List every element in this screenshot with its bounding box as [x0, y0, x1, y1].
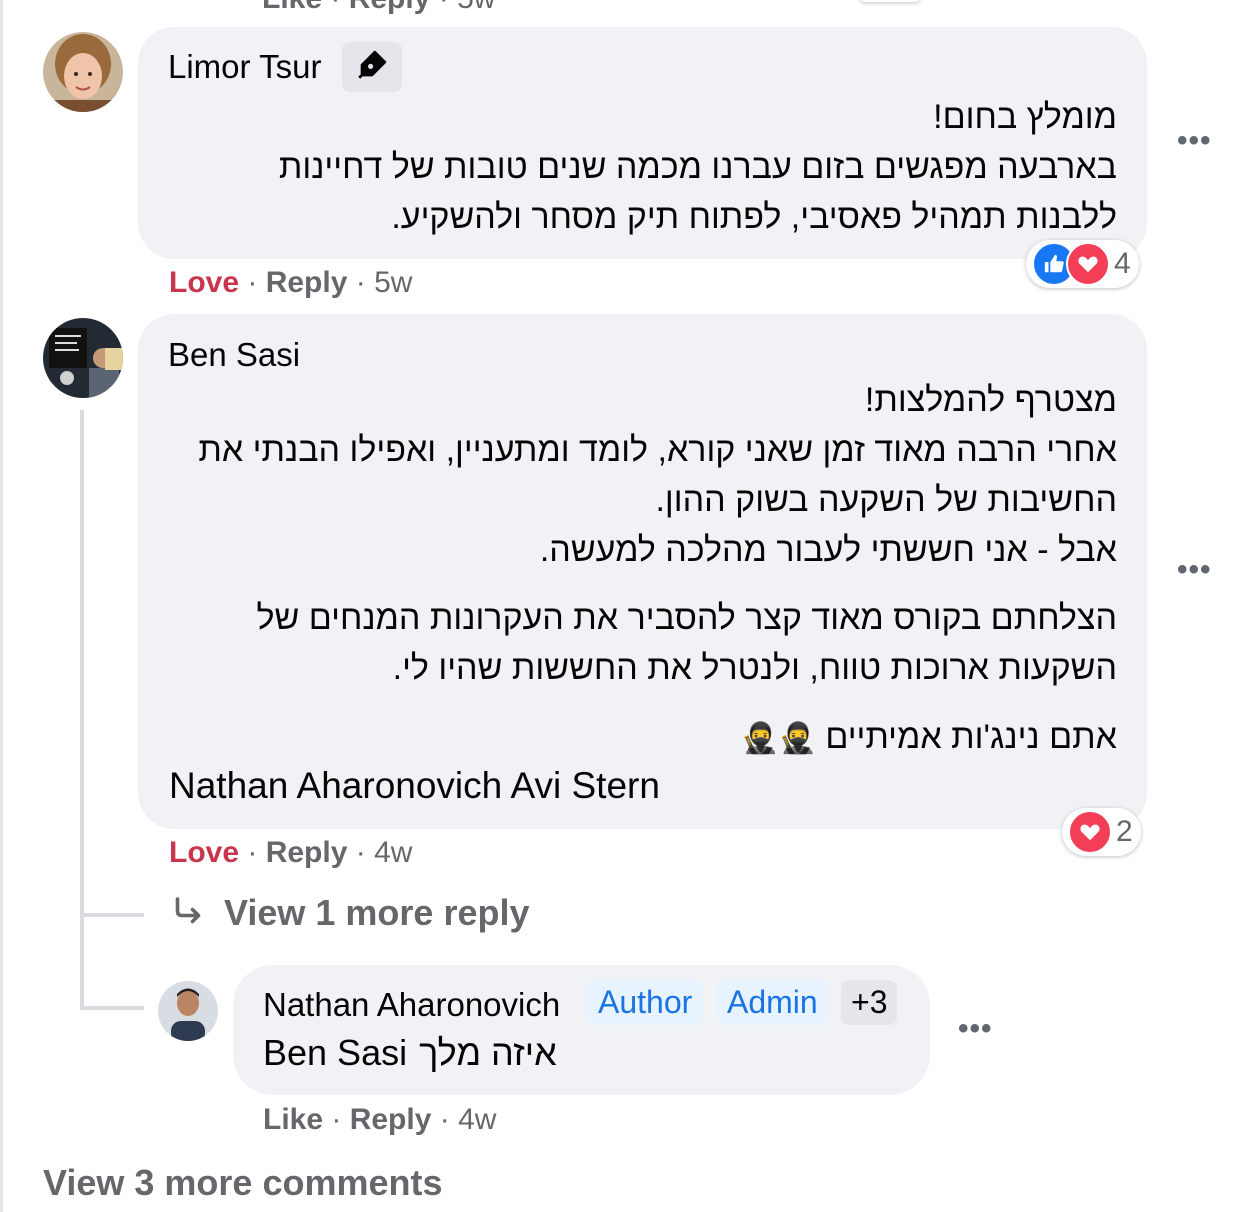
prev-reaction-badge[interactable]	[860, 0, 920, 2]
comment-line: מומלץ בחום!	[933, 98, 1117, 136]
comment-author[interactable]: Limor Tsur	[168, 48, 321, 86]
mentions[interactable]: Nathan Aharonovich Avi Stern	[169, 765, 660, 807]
like-link[interactable]: Like	[263, 1103, 323, 1136]
reaction-count: 2	[1116, 815, 1133, 848]
reaction-count: 4	[1114, 247, 1131, 280]
author-badge[interactable]: Author	[588, 980, 703, 1025]
thread-line	[80, 410, 84, 1010]
reply-author[interactable]: Nathan Aharonovich	[263, 986, 560, 1024]
comment-line: החשיבות של השקעה בשוק ההון.	[655, 481, 1117, 519]
reaction-summary[interactable]: 4	[1026, 240, 1139, 288]
comment-line: השקעות ארוכות טווח, ולנטרל את החששות שהי…	[392, 649, 1117, 687]
reaction-summary[interactable]: 2	[1062, 808, 1141, 856]
avatar-ben-sasi[interactable]	[43, 318, 123, 398]
ninja-emoji: 🥷	[778, 722, 816, 755]
thread-branch	[84, 1006, 144, 1010]
reply-body: איזה מלך	[419, 1032, 557, 1073]
reply-link[interactable]: Reply	[266, 836, 348, 869]
top-contributor-pen-icon	[355, 48, 389, 87]
avatar-nathan-aharonovich[interactable]	[158, 981, 218, 1041]
comment-author[interactable]: Ben Sasi	[168, 336, 300, 374]
reply-text: Ben Sasi איזה מלך	[263, 1032, 557, 1074]
reply-mention[interactable]: Ben Sasi	[263, 1032, 407, 1074]
ninja-emoji: 🥷	[741, 722, 779, 755]
timestamp: 5w	[457, 0, 495, 15]
prev-comment-actions: Like · Reply · 5w	[262, 0, 495, 16]
comment-line: אחרי הרבה מאוד זמן שאני קורא, לומד ומתענ…	[198, 431, 1117, 469]
love-reaction-icon	[1068, 810, 1112, 854]
like-link[interactable]: Like	[262, 0, 322, 15]
reply-arrow-icon	[170, 893, 206, 934]
more-options-icon[interactable]: •••	[958, 1012, 993, 1046]
admin-badge[interactable]: Admin	[717, 980, 828, 1025]
left-border	[0, 0, 3, 1212]
view-more-replies[interactable]: View 1 more reply	[170, 892, 530, 934]
comment-line: ללבנות תמהיל פאסיבי, לפתוח תיק מסחר ולהש…	[391, 198, 1117, 236]
thread-branch	[84, 913, 144, 917]
view-more-replies-label[interactable]: View 1 more reply	[224, 892, 530, 934]
comment-line: הצלחתם בקורס מאוד קצר להסביר את העקרונות…	[256, 599, 1117, 637]
more-badges[interactable]: +3	[841, 980, 898, 1025]
timestamp: 5w	[374, 266, 413, 299]
comment-line: מצטרף להמלצות!	[864, 381, 1117, 419]
more-options-icon[interactable]: •••	[1177, 553, 1212, 587]
timestamp: 4w	[374, 836, 413, 869]
comment-text: אתם נינג'ות אמיתיים	[825, 718, 1117, 756]
comment-actions: Love · Reply · 4w	[169, 836, 413, 869]
love-reaction-icon	[1066, 242, 1110, 286]
comment-line: בארבעה מפגשים בזום עברנו מכמה שנים טובות…	[278, 148, 1117, 186]
view-more-comments[interactable]: View 3 more comments	[43, 1162, 443, 1204]
comment-line: אבל - אני חששתי לעבור מהלכה למעשה.	[539, 531, 1117, 569]
timestamp: 4w	[458, 1103, 497, 1136]
comment-line: אתם נינג'ות אמיתיים 🥷🥷	[741, 712, 1117, 764]
reply-link[interactable]: Reply	[266, 266, 348, 299]
top-contributor-badge[interactable]	[342, 42, 402, 92]
love-link[interactable]: Love	[169, 836, 239, 869]
reply-link[interactable]: Reply	[349, 0, 431, 15]
reply-link[interactable]: Reply	[350, 1103, 432, 1136]
comment-actions: Love · Reply · 5w	[169, 266, 413, 299]
love-link[interactable]: Love	[169, 266, 239, 299]
avatar-limor-tsur[interactable]	[43, 32, 123, 112]
more-options-icon[interactable]: •••	[1177, 124, 1212, 158]
reply-actions: Like · Reply · 4w	[263, 1103, 497, 1136]
